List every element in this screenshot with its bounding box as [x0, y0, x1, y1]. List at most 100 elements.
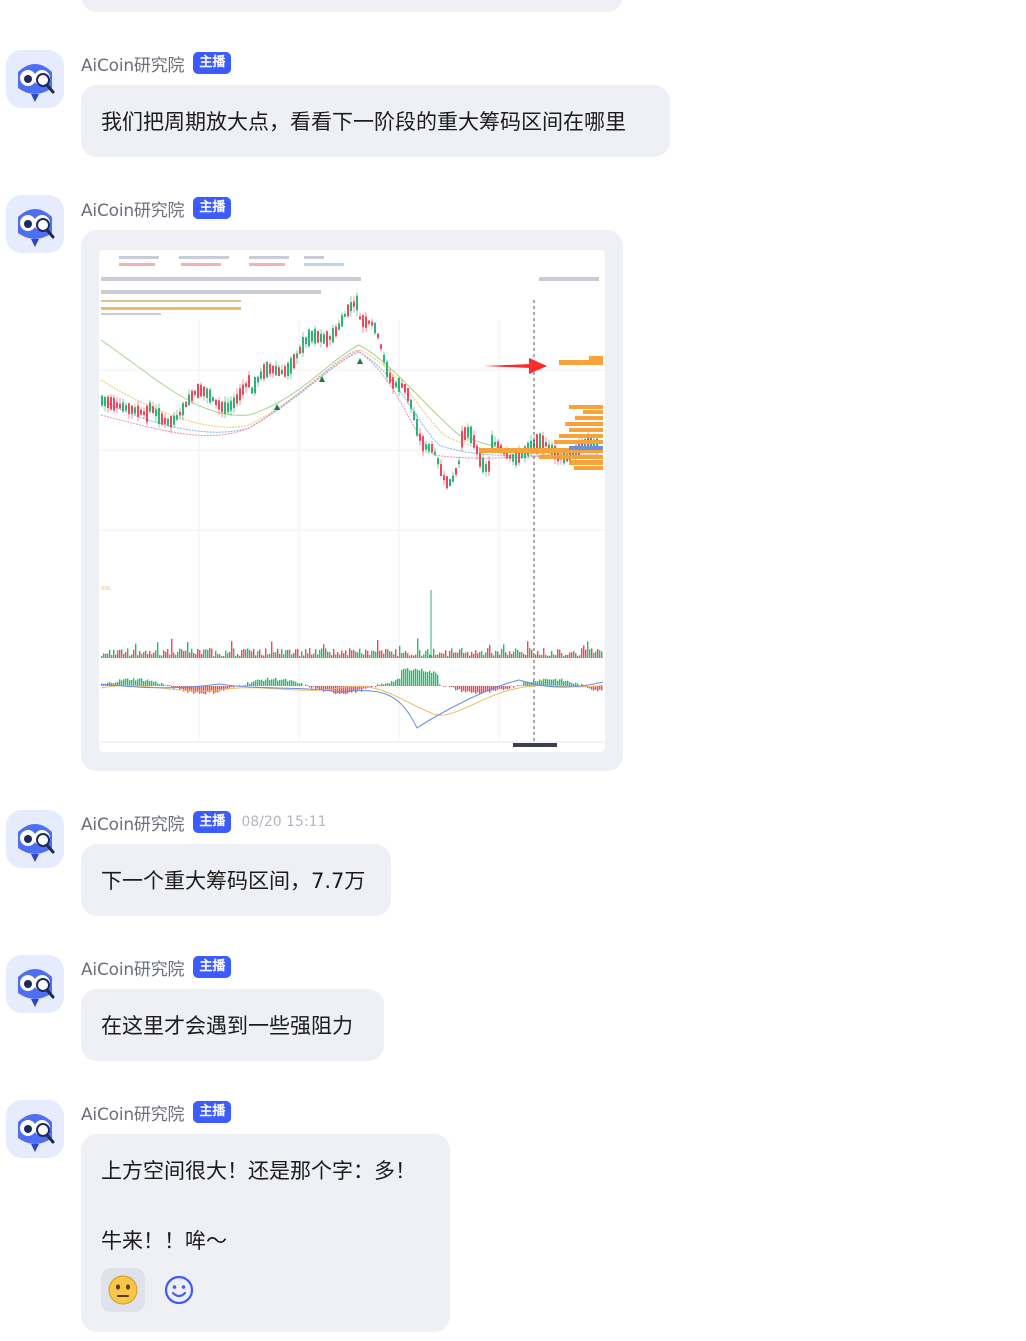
owl-avatar[interactable] [6, 50, 64, 108]
volume-bar [367, 650, 369, 658]
message-bubble[interactable]: 在这里才会遇到一些强阻力 [81, 989, 384, 1061]
volume-bar [215, 650, 217, 658]
macd-bar [549, 679, 551, 686]
candle-body [227, 402, 229, 413]
candle-body [491, 435, 493, 450]
owl-avatar[interactable] [6, 195, 64, 253]
macd-bar [261, 679, 263, 686]
volume-bar [569, 652, 571, 658]
author-name[interactable]: AiCoin研究院 [81, 810, 185, 835]
owl-avatar[interactable] [6, 955, 64, 1013]
neutral-face-reaction[interactable] [101, 1268, 145, 1312]
macd-bar [395, 680, 397, 686]
volume-bar [489, 644, 491, 658]
volume-bar [461, 648, 463, 658]
macd-bar [425, 671, 427, 686]
candle-body [272, 365, 274, 374]
candle-body [221, 401, 223, 413]
volume-bar [573, 650, 575, 658]
volume-bar [425, 650, 427, 658]
volume-bar [387, 649, 389, 658]
candle-body [338, 323, 340, 330]
volume-bar [323, 644, 325, 658]
volume-bar [257, 651, 259, 658]
volume-bar [311, 654, 313, 658]
volume-bar [589, 649, 591, 658]
macd-bar [125, 678, 127, 686]
volume-bars [101, 638, 603, 658]
volume-bar [275, 652, 277, 658]
volume-bar [267, 654, 269, 658]
host-badge: 主播 [193, 197, 232, 219]
owl-avatar[interactable] [6, 1100, 64, 1158]
volume-bar [201, 653, 203, 658]
macd-bar [571, 682, 573, 686]
chart-screenshot-image[interactable]: VOL [99, 250, 605, 752]
candle-body [404, 384, 406, 393]
macd-bar [297, 683, 299, 686]
message-text: 在这里才会遇到一些强阻力 [101, 1014, 353, 1038]
message-bubble[interactable]: 上方空间很大！还是那个字：多！ 牛来！！哞～ [81, 1134, 450, 1332]
volume-bar [481, 651, 483, 658]
volume-bar [329, 652, 331, 658]
owl-avatar[interactable] [6, 810, 64, 868]
add-reaction-button[interactable] [157, 1268, 201, 1312]
macd-bar [551, 679, 553, 686]
volume-bar [313, 653, 315, 658]
volume-bar [599, 650, 601, 658]
candle-body [161, 413, 163, 425]
volume-bar [451, 648, 453, 658]
volume-bar [135, 643, 137, 658]
candle-body [236, 394, 238, 404]
volume-bar [405, 651, 407, 658]
author-name[interactable]: AiCoin研究院 [81, 196, 185, 221]
candle-body [512, 454, 514, 462]
volume-bar [547, 655, 549, 658]
volume-bar [293, 652, 295, 658]
volume-bar [113, 649, 115, 658]
candle-body [308, 329, 310, 346]
macd-bar [153, 681, 155, 686]
volume-bar [509, 651, 511, 658]
author-name[interactable]: AiCoin研究院 [81, 51, 185, 76]
author-name[interactable]: AiCoin研究院 [81, 1100, 185, 1125]
candle-body [353, 301, 355, 307]
volume-bar [345, 650, 347, 658]
volume-bar [189, 652, 191, 658]
volume-bar [575, 653, 577, 658]
volume-bar [281, 648, 283, 658]
volume-bar [217, 654, 219, 658]
candle-body [395, 382, 397, 387]
candle-body [173, 415, 175, 425]
volume-bar [121, 649, 123, 658]
volume-bar [379, 650, 381, 658]
macd-bar [279, 680, 281, 686]
message-bubble[interactable]: 下一个重大筹码区间，7.7万 [81, 844, 391, 916]
volume-bar [115, 654, 117, 658]
candle-body [206, 388, 208, 398]
macd-bar [463, 686, 465, 691]
volume-bar [449, 650, 451, 658]
macd-bar [565, 680, 567, 686]
volume-bar [335, 654, 337, 658]
author-name[interactable]: AiCoin研究院 [81, 955, 185, 980]
volume-bar [557, 649, 559, 658]
volume-bar [591, 648, 593, 658]
macd-bar [169, 684, 171, 686]
price-candles [101, 292, 598, 490]
macd-bar [229, 686, 231, 688]
candle-body [110, 397, 112, 410]
macd-bar [339, 686, 341, 694]
volume-bar [479, 652, 481, 658]
volume-bar [493, 655, 495, 658]
volume-bar [181, 649, 183, 658]
macd-bar [175, 686, 177, 687]
image-message-bubble[interactable]: VOL [81, 230, 623, 771]
volume-bar [173, 652, 175, 658]
volume-bar [435, 654, 437, 658]
volume-bar [117, 650, 119, 658]
message-bubble[interactable]: 我们把周期放大点，看看下一阶段的重大筹码区间在哪里 [81, 85, 670, 157]
candle-body [482, 457, 484, 473]
volume-bar [287, 649, 289, 658]
volume-bar [473, 653, 475, 658]
